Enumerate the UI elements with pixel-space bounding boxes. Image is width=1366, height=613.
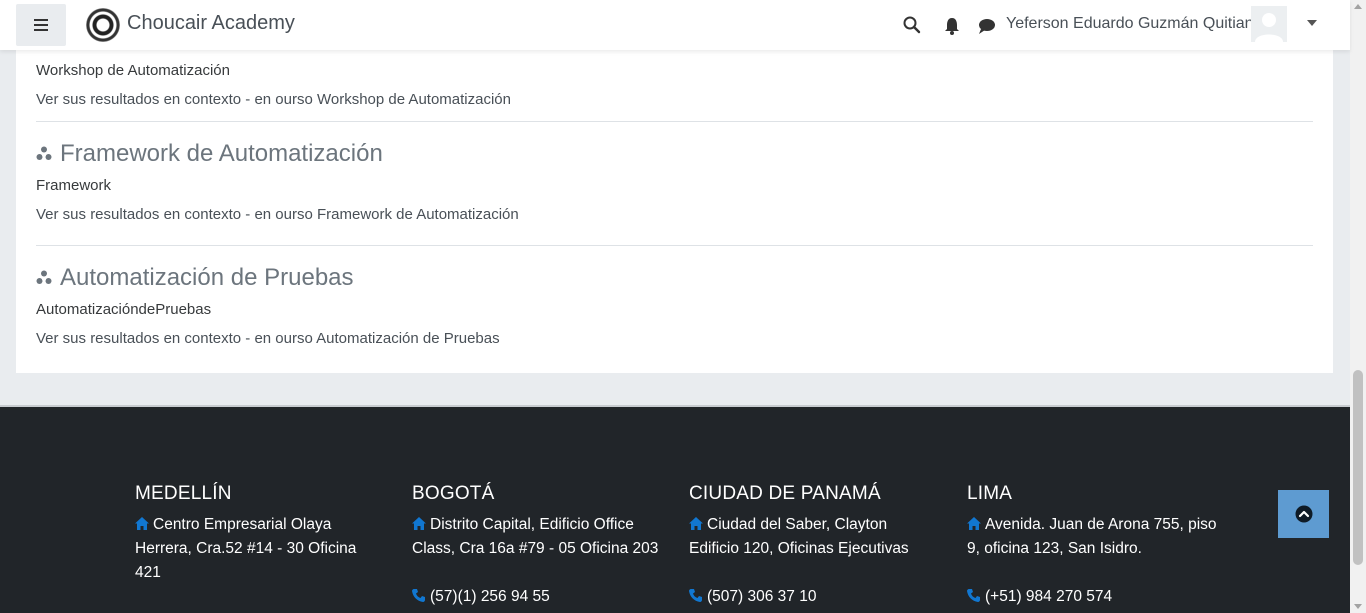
user-name[interactable]: Yeferson Eduardo Guzmán Quitian xyxy=(1006,15,1254,33)
office-address-text: Ciudad del Saber, Clayton Edificio 120, … xyxy=(689,516,909,557)
office-panama: CIUDAD DE PANAMÁ Ciudad del Saber, Clayt… xyxy=(689,483,939,609)
avatar[interactable] xyxy=(1251,6,1287,42)
scrollbar-thumb[interactable] xyxy=(1353,370,1363,565)
bell-icon[interactable] xyxy=(942,16,962,36)
office-phone: (57)(1) 256 94 55 xyxy=(412,585,662,609)
search-results-card: Workshop de Automatización Ver sus resul… xyxy=(16,0,1333,373)
result-summary: Framework xyxy=(36,177,112,194)
office-address-text: Avenida. Juan de Arona 755, piso 9, ofic… xyxy=(967,516,1217,557)
result-title-text[interactable]: Automatización de Pruebas xyxy=(60,264,354,292)
course-icon xyxy=(36,146,52,160)
office-phone-text: (+51) 984 270 574 xyxy=(985,588,1113,605)
office-address: Distrito Capital, Edificio Office Class,… xyxy=(412,513,662,561)
scroll-down-arrow[interactable] xyxy=(1354,604,1362,609)
result-summary: AutomatizacióndePruebas xyxy=(36,301,212,318)
site-name[interactable]: Choucair Academy xyxy=(127,12,295,35)
search-result: Automatización de Pruebas Automatización… xyxy=(36,264,1313,347)
user-silhouette-icon xyxy=(1251,6,1287,42)
search-result: Framework de Automatización Framework Ve… xyxy=(36,140,1313,223)
site-footer: MEDELLÍN Centro Empresarial Olaya Herrer… xyxy=(0,405,1350,613)
phone-icon xyxy=(689,589,702,602)
result-context-link[interactable]: Ver sus resultados en contexto - en ours… xyxy=(36,206,1313,223)
phone-icon xyxy=(967,589,980,602)
top-navbar: Choucair Academy Yeferson Eduardo Guzmán… xyxy=(0,0,1350,50)
home-icon xyxy=(689,517,703,530)
page-scrollbar[interactable] xyxy=(1350,0,1366,613)
office-address-text: Centro Empresarial Olaya Herrera, Cra.52… xyxy=(135,516,357,581)
menu-icon xyxy=(34,19,48,31)
divider xyxy=(36,121,1313,122)
site-logo[interactable] xyxy=(86,8,120,42)
office-phone: (+51) 984 270 574 xyxy=(967,585,1217,609)
office-medellin: MEDELLÍN Centro Empresarial Olaya Herrer… xyxy=(135,483,385,585)
result-title[interactable]: Automatización de Pruebas xyxy=(36,264,1313,292)
office-address: Ciudad del Saber, Clayton Edificio 120, … xyxy=(689,513,939,561)
course-icon xyxy=(36,270,52,284)
back-to-top-button[interactable] xyxy=(1278,490,1329,538)
office-city: BOGOTÁ xyxy=(412,483,495,504)
office-phone: (507) 306 37 10 xyxy=(689,585,939,609)
home-icon xyxy=(135,517,149,530)
caret-down-icon[interactable] xyxy=(1307,20,1317,26)
home-icon xyxy=(967,517,981,530)
office-city: CIUDAD DE PANAMÁ xyxy=(689,483,881,504)
result-summary: Workshop de Automatización xyxy=(36,62,230,79)
scroll-up-arrow[interactable] xyxy=(1354,4,1362,9)
office-phone-text: (507) 306 37 10 xyxy=(707,588,817,605)
search-icon[interactable] xyxy=(902,15,922,35)
search-result: Workshop de Automatización Ver sus resul… xyxy=(36,53,1313,108)
office-address: Centro Empresarial Olaya Herrera, Cra.52… xyxy=(135,513,385,585)
divider xyxy=(36,245,1313,246)
home-icon xyxy=(412,517,426,530)
result-context-link[interactable]: Ver sus resultados en contexto - en ours… xyxy=(36,91,1313,108)
office-bogota: BOGOTÁ Distrito Capital, Edificio Office… xyxy=(412,483,662,609)
result-title-text[interactable]: Framework de Automatización xyxy=(60,140,383,168)
office-address-text: Distrito Capital, Edificio Office Class,… xyxy=(412,516,659,557)
result-context-link[interactable]: Ver sus resultados en contexto - en ours… xyxy=(36,330,1313,347)
chevron-up-circle-icon xyxy=(1295,505,1312,523)
phone-icon xyxy=(412,589,425,602)
office-phone-text: (57)(1) 256 94 55 xyxy=(430,588,550,605)
chat-icon[interactable] xyxy=(977,16,997,36)
office-lima: LIMA Avenida. Juan de Arona 755, piso 9,… xyxy=(967,483,1217,609)
office-city: MEDELLÍN xyxy=(135,483,232,504)
office-city: LIMA xyxy=(967,483,1013,504)
office-address: Avenida. Juan de Arona 755, piso 9, ofic… xyxy=(967,513,1217,561)
menu-toggle-button[interactable] xyxy=(16,4,66,46)
result-title[interactable]: Framework de Automatización xyxy=(36,140,1313,168)
